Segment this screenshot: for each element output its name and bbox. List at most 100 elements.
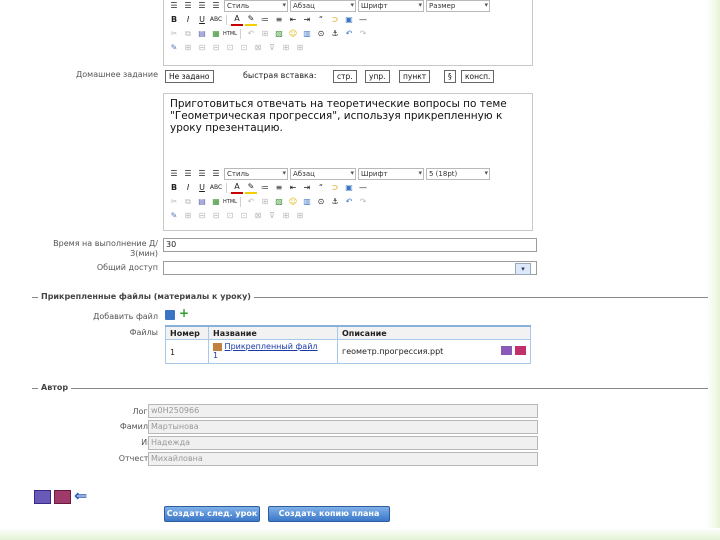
font-select[interactable]: Шрифт	[358, 0, 424, 12]
cut-icon[interactable]: ✂	[168, 28, 180, 39]
link-icon[interactable]: ⊃	[329, 14, 341, 25]
undo-list-icon[interactable]: ↶	[245, 196, 257, 207]
anchor-icon[interactable]: ⚓	[329, 196, 341, 207]
access-select[interactable]	[163, 261, 537, 275]
create-plan-copy-button[interactable]: Создать копию плана	[268, 506, 390, 522]
paste-text-icon[interactable]: ▦	[210, 28, 222, 39]
align-left-icon[interactable]: ☰	[168, 168, 180, 179]
bold-icon[interactable]: B	[168, 182, 180, 193]
table-merge-icon[interactable]: ⊡	[224, 42, 236, 53]
underline-icon[interactable]: U	[196, 14, 208, 25]
indent-icon[interactable]: ⇥	[301, 14, 313, 25]
table-delete-icon[interactable]: ⊠	[252, 42, 264, 53]
quick-insert-paragraph-button[interactable]: §	[444, 70, 456, 83]
homework-editor-text[interactable]: Приготовиться отвечать на теоретические …	[170, 98, 520, 134]
paste-text-icon[interactable]: ▦	[210, 196, 222, 207]
align-left-icon[interactable]: ☰	[168, 0, 180, 11]
media-icon[interactable]: ▥	[301, 196, 313, 207]
highlight-color-icon[interactable]: ✎	[245, 13, 257, 26]
delete-file-icon[interactable]	[515, 346, 526, 355]
table-icon[interactable]: ⊞	[259, 196, 271, 207]
table-col-icon[interactable]: ⊟	[210, 210, 222, 221]
template-icon[interactable]: ▧	[273, 28, 285, 39]
quick-insert-item-button[interactable]: пункт	[399, 70, 431, 83]
outdent-icon[interactable]: ⇤	[287, 14, 299, 25]
table-insert-icon[interactable]: ⊞	[182, 42, 194, 53]
table-merge-icon[interactable]: ⊡	[224, 210, 236, 221]
align-center-icon[interactable]: ☰	[182, 0, 194, 11]
undo-list-icon[interactable]: ↶	[245, 28, 257, 39]
style-select[interactable]: Стиль	[224, 167, 288, 180]
outdent-icon[interactable]: ⇤	[287, 182, 299, 193]
table-split-icon[interactable]: ⊡	[238, 210, 250, 221]
style-select[interactable]: Стиль	[224, 0, 288, 12]
strikethrough-icon[interactable]: ABC	[210, 182, 222, 193]
quick-insert-page-button[interactable]: стр.	[333, 70, 357, 83]
align-right-icon[interactable]: ☰	[196, 0, 208, 11]
quick-insert-notes-button[interactable]: консп.	[461, 70, 495, 83]
filter-icon[interactable]: ⊽	[266, 210, 278, 221]
time-input[interactable]: 30	[163, 238, 537, 252]
blockquote-icon[interactable]: “	[315, 182, 327, 193]
table-split-icon[interactable]: ⊡	[238, 42, 250, 53]
align-justify-icon[interactable]: ☰	[210, 168, 222, 179]
blockquote-icon[interactable]: “	[315, 14, 327, 25]
indent-icon[interactable]: ⇥	[301, 182, 313, 193]
italic-icon[interactable]: I	[182, 14, 194, 25]
table-props-icon[interactable]: ⊞	[280, 210, 292, 221]
copy-icon[interactable]: ⧉	[182, 28, 194, 39]
save-icon[interactable]	[34, 490, 51, 504]
quick-insert-exercise-button[interactable]: упр.	[365, 70, 390, 83]
font-select[interactable]: Шрифт	[358, 167, 424, 180]
table-row-icon[interactable]: ⊟	[196, 42, 208, 53]
template-icon[interactable]: ▧	[273, 196, 285, 207]
cell-props-icon[interactable]: ⊞	[294, 42, 306, 53]
font-color-icon[interactable]: A	[231, 181, 243, 194]
save-close-icon[interactable]	[54, 490, 71, 504]
bold-icon[interactable]: B	[168, 14, 180, 25]
top-editor[interactable]: ☰ ☰ ☰ ☰ Стиль Абзац Шрифт Размер B I U A…	[163, 0, 533, 66]
smiley-icon[interactable]: ☺	[287, 196, 299, 207]
horizontal-rule-icon[interactable]: —	[357, 182, 369, 193]
numbered-list-icon[interactable]: ≡	[273, 182, 285, 193]
table-delete-icon[interactable]: ⊠	[252, 210, 264, 221]
cell-props-icon[interactable]: ⊞	[294, 210, 306, 221]
undo-icon[interactable]: ↶	[343, 28, 355, 39]
table-row-icon[interactable]: ⊟	[196, 210, 208, 221]
bullet-list-icon[interactable]: ≔	[259, 182, 271, 193]
align-right-icon[interactable]: ☰	[196, 168, 208, 179]
strikethrough-icon[interactable]: ABC	[210, 14, 222, 25]
create-next-lesson-button[interactable]: Создать след. урок	[164, 506, 260, 522]
link-icon[interactable]: ⊃	[329, 182, 341, 193]
redo-icon[interactable]: ↷	[357, 196, 369, 207]
table-icon[interactable]: ⊞	[259, 28, 271, 39]
paragraph-select[interactable]: Абзац	[290, 0, 356, 12]
edit-file-icon[interactable]	[501, 346, 512, 355]
media-icon[interactable]: ▥	[301, 28, 313, 39]
find-icon[interactable]: ⊙	[315, 28, 327, 39]
add-file-icon[interactable]	[165, 310, 175, 320]
edit-icon[interactable]: ✎	[168, 42, 180, 53]
access-dropdown-icon[interactable]: ▾	[515, 263, 531, 275]
save-icon[interactable]: ▤	[196, 196, 208, 207]
bullet-list-icon[interactable]: ≔	[259, 14, 271, 25]
anchor-icon[interactable]: ⚓	[329, 28, 341, 39]
numbered-list-icon[interactable]: ≡	[273, 14, 285, 25]
edit-icon[interactable]: ✎	[168, 210, 180, 221]
size-select[interactable]: 5 (18pt)	[426, 167, 490, 180]
underline-icon[interactable]: U	[196, 182, 208, 193]
file-link[interactable]: Прикрепленный файл	[225, 342, 318, 351]
size-select[interactable]: Размер	[426, 0, 490, 12]
cut-icon[interactable]: ✂	[168, 196, 180, 207]
back-arrow-icon[interactable]: ⇐	[74, 486, 87, 505]
align-justify-icon[interactable]: ☰	[210, 0, 222, 11]
find-icon[interactable]: ⊙	[315, 196, 327, 207]
highlight-color-icon[interactable]: ✎	[245, 181, 257, 194]
table-col-icon[interactable]: ⊟	[210, 42, 222, 53]
undo-icon[interactable]: ↶	[343, 196, 355, 207]
html-icon[interactable]: HTML	[223, 196, 237, 207]
table-insert-icon[interactable]: ⊞	[182, 210, 194, 221]
save-icon[interactable]: ▤	[196, 28, 208, 39]
copy-icon[interactable]: ⧉	[182, 196, 194, 207]
image-icon[interactable]: ▣	[343, 182, 355, 193]
